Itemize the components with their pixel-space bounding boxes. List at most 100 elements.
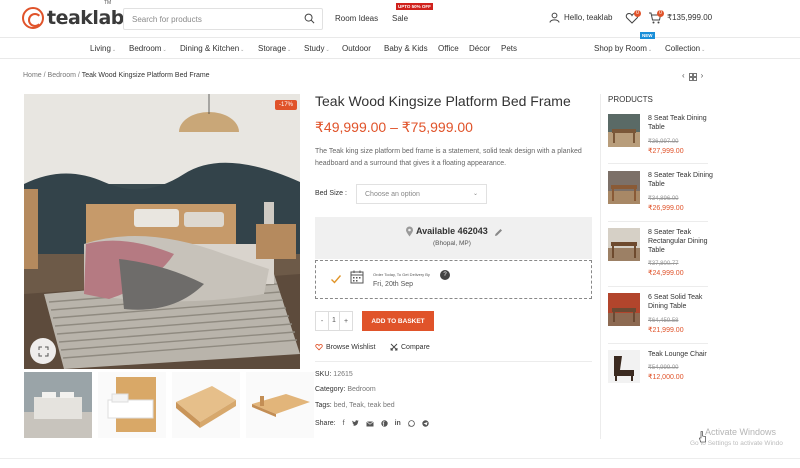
nav-collection[interactable]: Collection⌄ bbox=[665, 44, 705, 53]
delivery-label: Order Today, To Get Delivery By bbox=[373, 272, 430, 277]
add-to-basket-button[interactable]: ADD TO BASKET bbox=[362, 311, 434, 331]
sidebar-product[interactable]: 8 Seat Teak Dining Table ₹36,997.00 ₹27,… bbox=[608, 114, 708, 162]
tags-row: Tags: bed, Teak, teak bed bbox=[315, 402, 395, 409]
tags-label: Tags: bbox=[315, 402, 332, 409]
tags-links[interactable]: bed, Teak, teak bed bbox=[334, 402, 395, 409]
nav-decor[interactable]: Décor bbox=[469, 44, 490, 53]
telegram-icon[interactable] bbox=[422, 420, 429, 427]
heart-icon bbox=[315, 343, 323, 351]
help-icon[interactable]: ? bbox=[440, 270, 450, 280]
bed-size-select[interactable]: Choose an option ⌄ bbox=[356, 184, 487, 204]
search-input[interactable] bbox=[132, 13, 302, 26]
search-box bbox=[123, 8, 323, 30]
sidebar-product-old-price: ₹37,800.77 bbox=[648, 261, 679, 267]
bed-thumbnail-image bbox=[98, 372, 166, 438]
whatsapp-icon[interactable] bbox=[408, 420, 415, 427]
room-ideas-link[interactable]: Room Ideas bbox=[335, 14, 378, 23]
chevron-down-icon: ⌄ bbox=[472, 191, 478, 197]
delivery-estimate: Order Today, To Get Delivery By Fri, 20t… bbox=[315, 260, 592, 299]
sidebar-product-name[interactable]: 8 Seater Teak Dining Table bbox=[648, 171, 718, 189]
compare-link[interactable]: Compare bbox=[390, 343, 430, 351]
pencil-edit-icon[interactable] bbox=[494, 228, 503, 237]
category-label: Category: bbox=[315, 386, 346, 393]
zoom-button[interactable] bbox=[30, 338, 56, 364]
nav-office[interactable]: Office bbox=[438, 44, 459, 53]
facebook-icon[interactable]: f bbox=[343, 420, 345, 427]
sidebar-product-name[interactable]: 8 Seat Teak Dining Table bbox=[648, 114, 718, 132]
thumbnail-4[interactable] bbox=[246, 372, 314, 438]
prev-product-icon[interactable]: ‹ bbox=[682, 71, 685, 81]
location-pin-icon bbox=[406, 226, 413, 237]
chevron-down-icon: ⌄ bbox=[111, 47, 117, 53]
sidebar-product-old-price: ₹34,896.00 bbox=[648, 196, 679, 202]
sidebar-product-price: ₹24,999.00 bbox=[648, 270, 684, 277]
breadcrumb-home[interactable]: Home bbox=[23, 72, 42, 79]
nav-living[interactable]: Living⌄ bbox=[90, 44, 116, 53]
chevron-down-icon: ⌄ bbox=[162, 47, 167, 53]
qty-increase-button[interactable]: + bbox=[340, 318, 352, 325]
breadcrumb-bedroom[interactable]: Bedroom bbox=[48, 72, 76, 79]
divider bbox=[608, 286, 708, 287]
check-icon bbox=[331, 275, 342, 284]
chevron-down-icon: ⌄ bbox=[647, 47, 653, 53]
twitter-icon[interactable] bbox=[351, 420, 359, 427]
sidebar-product[interactable]: 8 Seater Teak Dining Table ₹34,896.00 ₹2… bbox=[608, 171, 713, 219]
breadcrumb-current: Teak Wood Kingsize Platform Bed Frame bbox=[81, 72, 210, 79]
sidebar-product[interactable]: 6 Seat Solid Teak Dining Table ₹64,459.5… bbox=[608, 293, 708, 341]
sale-link[interactable]: Sale bbox=[392, 14, 408, 23]
user-account[interactable]: Hello, teaklab bbox=[549, 12, 612, 23]
thumbnail-3[interactable] bbox=[172, 372, 240, 438]
thumbnail-2[interactable] bbox=[98, 372, 166, 438]
sidebar-product-name[interactable]: 8 Seater Teak Rectangular Dining Table bbox=[648, 228, 718, 255]
product-price-range: ₹49,999.00 – ₹75,999.00 bbox=[315, 119, 473, 135]
product-description: The Teak king size platform bed frame is… bbox=[315, 148, 582, 167]
qty-decrease-button[interactable]: - bbox=[316, 318, 328, 325]
sale-badge: UPTO 50% OFF bbox=[396, 3, 433, 10]
logo-trademark: TM bbox=[104, 0, 112, 6]
linkedin-icon[interactable]: in bbox=[395, 420, 401, 427]
pinterest-icon[interactable] bbox=[380, 420, 388, 427]
next-product-icon[interactable]: › bbox=[701, 71, 704, 81]
logo-mark-icon bbox=[22, 7, 44, 29]
category-link[interactable]: Bedroom bbox=[347, 386, 375, 393]
browse-wishlist-label: Browse Wishlist bbox=[326, 343, 376, 351]
nav-pets[interactable]: Pets bbox=[501, 44, 517, 53]
nav-baby-kids[interactable]: Baby & Kids bbox=[384, 44, 428, 53]
category-row: Category: Bedroom bbox=[315, 386, 376, 393]
grid-icon[interactable] bbox=[688, 73, 697, 81]
sidebar-title: PRODUCTS bbox=[608, 95, 653, 104]
cart-total[interactable]: ₹135,999.00 bbox=[667, 13, 712, 22]
nav-shop-by-room[interactable]: Shop by Room⌄ bbox=[594, 44, 652, 53]
nav-outdoor[interactable]: Outdoor bbox=[342, 44, 371, 53]
sidebar-product[interactable]: 8 Seater Teak Rectangular Dining Table ₹… bbox=[608, 228, 708, 277]
new-badge: NEW bbox=[640, 32, 655, 39]
nav-storage[interactable]: Storage⌄ bbox=[258, 44, 291, 53]
nav-dining-kitchen[interactable]: Dining & Kitchen⌄ bbox=[180, 44, 244, 53]
product-title: Teak Wood Kingsize Platform Bed Frame bbox=[315, 93, 571, 109]
calendar-icon bbox=[350, 270, 364, 284]
product-main-image[interactable] bbox=[24, 94, 300, 369]
sidebar-product-name[interactable]: Teak Lounge Chair bbox=[648, 350, 718, 359]
qty-value[interactable]: 1 bbox=[328, 312, 340, 330]
nav-study[interactable]: Study⌄ bbox=[304, 44, 330, 53]
browse-wishlist-link[interactable]: Browse Wishlist bbox=[315, 343, 375, 351]
cart-count-badge: 0 bbox=[657, 10, 664, 17]
logo[interactable]: teaklab bbox=[22, 7, 124, 29]
email-icon[interactable] bbox=[365, 420, 374, 427]
sidebar-product-name[interactable]: 6 Seat Solid Teak Dining Table bbox=[648, 293, 718, 311]
dining-table-thumbnail bbox=[608, 114, 640, 147]
chevron-down-icon: ⌄ bbox=[701, 47, 706, 53]
search-icon[interactable] bbox=[304, 13, 315, 24]
divider bbox=[0, 458, 800, 459]
thumbnail-1[interactable] bbox=[24, 372, 92, 438]
dining-table-thumbnail bbox=[608, 171, 640, 204]
sidebar-product-old-price: ₹54,999.00 bbox=[648, 365, 679, 371]
user-icon bbox=[549, 12, 560, 23]
discount-badge: -17% bbox=[275, 100, 298, 110]
breadcrumb-separator: / bbox=[43, 72, 46, 79]
sidebar-product[interactable]: Teak Lounge Chair ₹54,999.00 ₹12,000.00 bbox=[608, 350, 708, 398]
nav-bedroom[interactable]: Bedroom⌄ bbox=[129, 44, 167, 53]
windows-activation-title: Activate Windows bbox=[705, 427, 777, 437]
dining-table-thumbnail bbox=[608, 293, 640, 326]
expand-icon bbox=[38, 346, 48, 356]
